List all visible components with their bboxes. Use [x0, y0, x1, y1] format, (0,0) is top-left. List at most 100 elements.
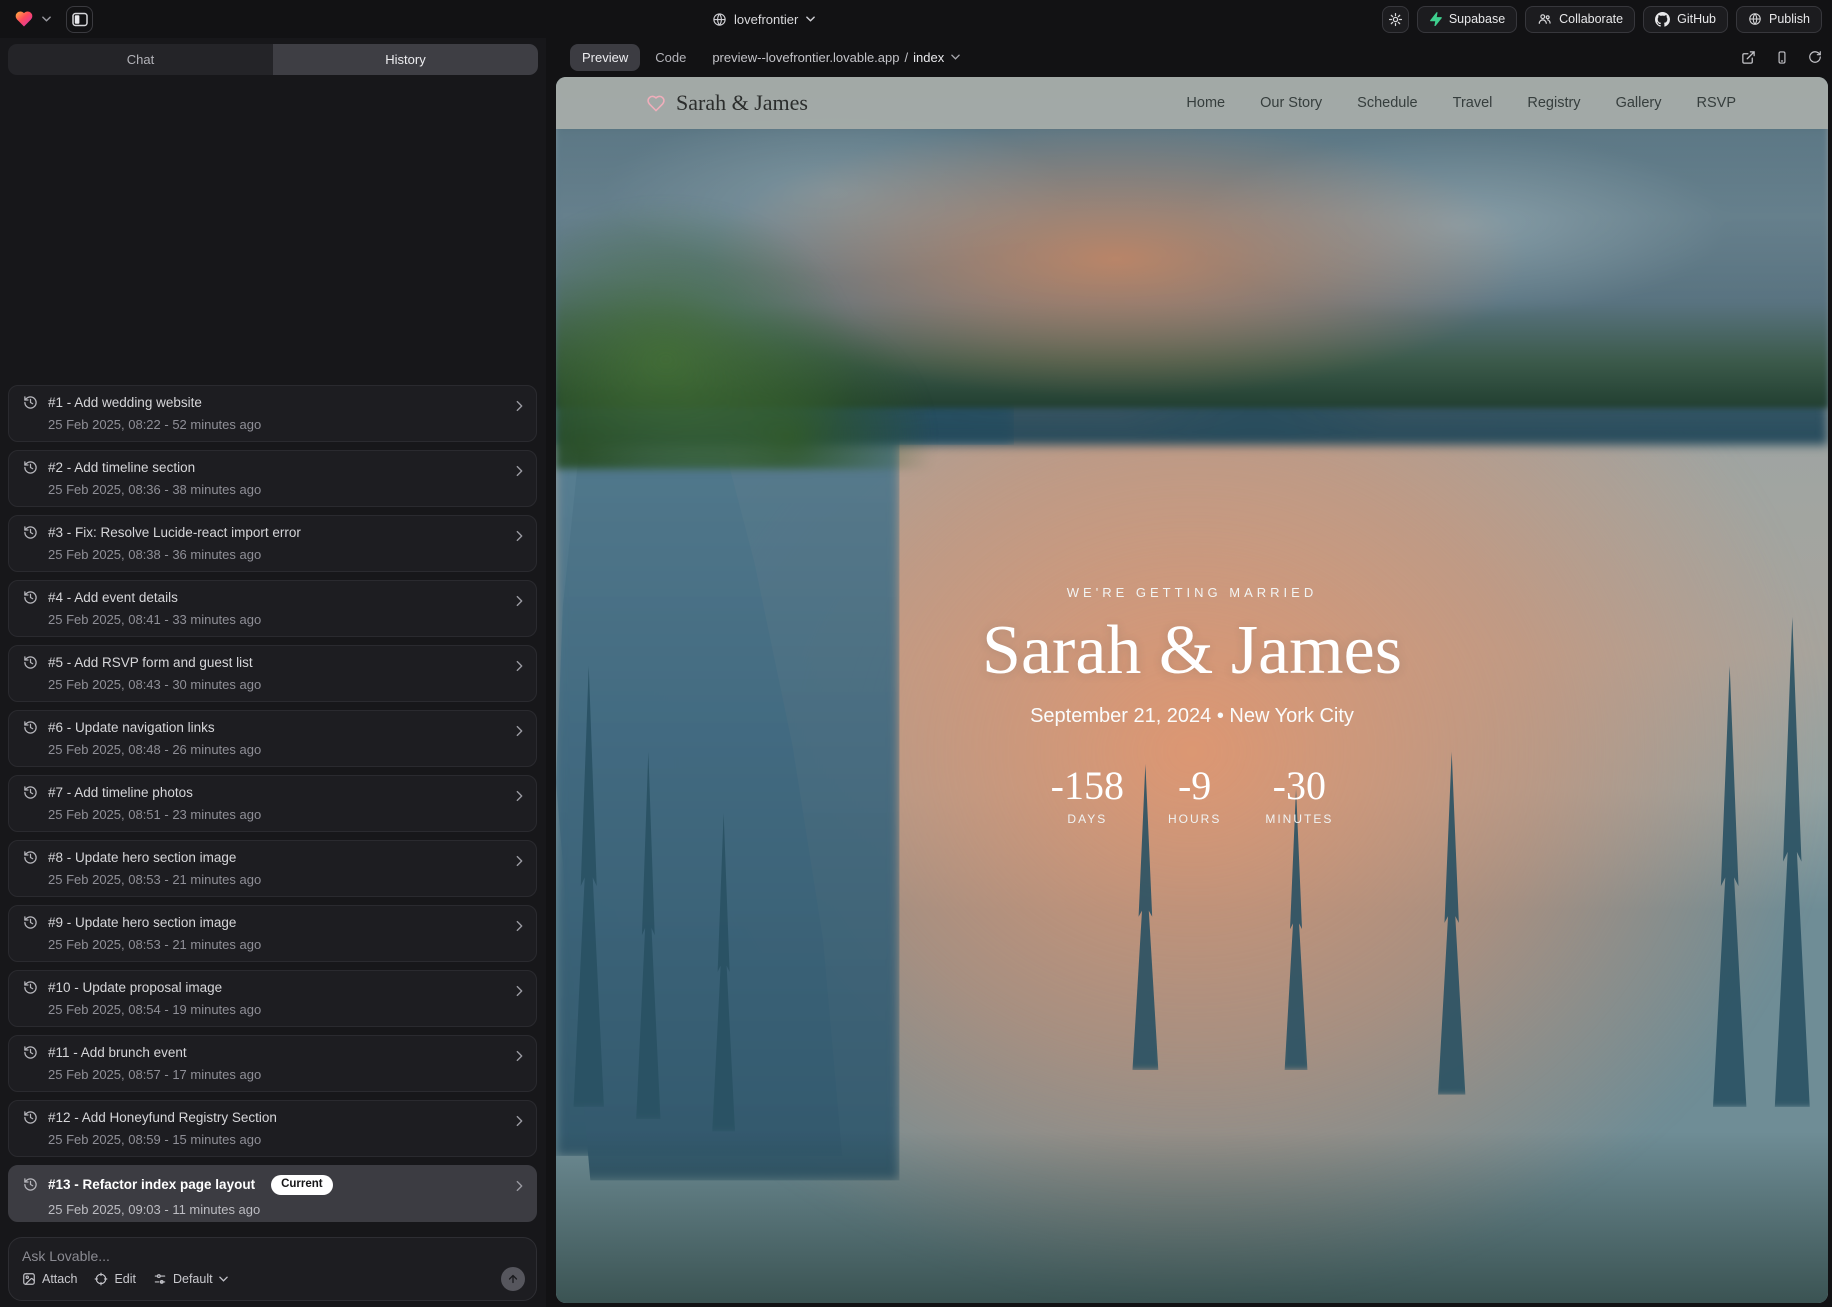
chevron-right-icon: [516, 725, 523, 737]
chevron-down-icon: [219, 1276, 228, 1282]
history-item[interactable]: #1 - Add wedding website 25 Feb 2025, 08…: [8, 385, 537, 442]
attach-button[interactable]: Attach: [22, 1272, 77, 1286]
history-item-title: #2 - Add timeline section: [48, 460, 195, 475]
history-item-title: #10 - Update proposal image: [48, 980, 222, 995]
nav-rsvp[interactable]: RSVP: [1697, 95, 1737, 111]
chevron-right-icon: [516, 1115, 523, 1127]
history-clock-icon: [23, 525, 38, 540]
ask-lovable-input[interactable]: [22, 1248, 523, 1264]
tab-code[interactable]: Code: [655, 50, 686, 65]
tab-chat[interactable]: Chat: [8, 44, 273, 75]
tab-preview[interactable]: Preview: [570, 44, 640, 71]
hero-content: WE'RE GETTING MARRIED Sarah & James Sept…: [556, 585, 1828, 826]
history-item[interactable]: #5 - Add RSVP form and guest list 25 Feb…: [8, 645, 537, 702]
history-item-timestamp: 25 Feb 2025, 08:53 - 21 minutes ago: [48, 937, 522, 952]
nav-home[interactable]: Home: [1186, 95, 1225, 111]
history-item-title: #9 - Update hero section image: [48, 915, 236, 930]
history-item[interactable]: #3 - Fix: Resolve Lucide-react import er…: [8, 515, 537, 572]
history-item[interactable]: #8 - Update hero section image 25 Feb 20…: [8, 840, 537, 897]
countdown-hours: -9 HOURS: [1168, 766, 1221, 826]
github-mark-icon: [1655, 12, 1670, 27]
app-topbar: lovefrontier Supabase Coll: [0, 0, 1832, 38]
open-external-icon[interactable]: [1741, 50, 1756, 65]
history-item[interactable]: #4 - Add event details 25 Feb 2025, 08:4…: [8, 580, 537, 637]
history-clock-icon: [23, 785, 38, 800]
lovable-heart-logo[interactable]: [13, 9, 35, 29]
history-item-timestamp: 25 Feb 2025, 08:43 - 30 minutes ago: [48, 677, 522, 692]
arrow-up-icon: [507, 1273, 519, 1285]
attach-label: Attach: [42, 1272, 77, 1286]
site-header: Sarah & James Home Our Story Schedule Tr…: [556, 77, 1828, 129]
send-button[interactable]: [501, 1267, 525, 1291]
publish-label: Publish: [1769, 12, 1810, 26]
countdown-hours-value: -9: [1168, 766, 1221, 806]
hero-eyebrow: WE'RE GETTING MARRIED: [556, 585, 1828, 600]
history-item[interactable]: #11 - Add brunch event 25 Feb 2025, 08:5…: [8, 1035, 537, 1092]
github-label: GitHub: [1677, 12, 1716, 26]
left-sidebar: Chat History #1 - Add wedding website 25…: [0, 38, 546, 1307]
tab-history-label: History: [385, 52, 425, 67]
nav-gallery[interactable]: Gallery: [1616, 95, 1662, 111]
history-list: #1 - Add wedding website 25 Feb 2025, 08…: [8, 385, 537, 1230]
history-item-title: #7 - Add timeline photos: [48, 785, 193, 800]
site-brand[interactable]: Sarah & James: [646, 90, 808, 116]
history-item[interactable]: #2 - Add timeline section 25 Feb 2025, 0…: [8, 450, 537, 507]
site-nav: Home Our Story Schedule Travel Registry …: [1186, 95, 1736, 111]
nav-registry[interactable]: Registry: [1527, 95, 1580, 111]
history-item[interactable]: #13 - Refactor index page layout Current…: [8, 1165, 537, 1222]
edit-button[interactable]: Edit: [94, 1272, 136, 1286]
chevron-right-icon: [516, 790, 523, 802]
history-clock-icon: [23, 720, 38, 735]
history-item[interactable]: #12 - Add Honeyfund Registry Section 25 …: [8, 1100, 537, 1157]
history-item-timestamp: 25 Feb 2025, 08:54 - 19 minutes ago: [48, 1002, 522, 1017]
history-item-title: #4 - Add event details: [48, 590, 178, 605]
tab-preview-label: Preview: [582, 50, 628, 65]
refresh-icon[interactable]: [1808, 50, 1822, 64]
mobile-view-icon[interactable]: [1775, 50, 1789, 65]
chevron-right-icon: [516, 1050, 523, 1062]
github-button[interactable]: GitHub: [1643, 6, 1728, 33]
mode-selector[interactable]: Default: [153, 1272, 228, 1286]
publish-button[interactable]: Publish: [1736, 6, 1822, 33]
chevron-down-icon[interactable]: [42, 16, 51, 22]
current-badge: Current: [271, 1175, 333, 1195]
tab-history[interactable]: History: [273, 44, 538, 75]
countdown: -158 DAYS -9 HOURS -30 MINUTES: [556, 766, 1828, 826]
history-clock-icon: [23, 850, 38, 865]
supabase-bolt-icon: [1429, 12, 1442, 26]
history-item[interactable]: #6 - Update navigation links 25 Feb 2025…: [8, 710, 537, 767]
history-item-timestamp: 25 Feb 2025, 09:03 - 11 minutes ago: [48, 1202, 522, 1217]
countdown-minutes-label: MINUTES: [1265, 812, 1333, 826]
chevron-right-icon: [516, 920, 523, 932]
sidebar-toggle-button[interactable]: [66, 6, 93, 33]
nav-schedule[interactable]: Schedule: [1357, 95, 1417, 111]
history-item-timestamp: 25 Feb 2025, 08:57 - 17 minutes ago: [48, 1067, 522, 1082]
history-item-timestamp: 25 Feb 2025, 08:36 - 38 minutes ago: [48, 482, 522, 497]
chevron-right-icon: [516, 465, 523, 477]
history-clock-icon: [23, 590, 38, 605]
chevron-right-icon: [516, 985, 523, 997]
settings-button[interactable]: [1382, 6, 1409, 33]
history-item-title: #3 - Fix: Resolve Lucide-react import er…: [48, 525, 301, 540]
chevron-down-icon: [806, 16, 815, 22]
supabase-button[interactable]: Supabase: [1417, 6, 1517, 33]
sidebar-panel-icon: [72, 12, 88, 27]
chevron-right-icon: [516, 530, 523, 542]
countdown-days-label: DAYS: [1051, 812, 1124, 826]
history-item[interactable]: #7 - Add timeline photos 25 Feb 2025, 08…: [8, 775, 537, 832]
nav-our-story[interactable]: Our Story: [1260, 95, 1322, 111]
history-item[interactable]: #10 - Update proposal image 25 Feb 2025,…: [8, 970, 537, 1027]
preview-url[interactable]: preview--lovefrontier.lovable.app / inde…: [712, 50, 960, 65]
history-item-title: #8 - Update hero section image: [48, 850, 236, 865]
project-name: lovefrontier: [734, 12, 798, 27]
gear-icon: [1388, 12, 1403, 27]
sliders-icon: [153, 1272, 167, 1286]
nav-travel[interactable]: Travel: [1453, 95, 1493, 111]
history-item[interactable]: #9 - Update hero section image 25 Feb 20…: [8, 905, 537, 962]
history-clock-icon: [23, 655, 38, 670]
hero-date-location: September 21, 2024 • New York City: [556, 705, 1828, 728]
edit-crosshair-icon: [94, 1272, 108, 1286]
heart-outline-icon: [646, 94, 666, 113]
project-switcher[interactable]: lovefrontier: [712, 0, 815, 38]
collaborate-button[interactable]: Collaborate: [1525, 6, 1635, 33]
